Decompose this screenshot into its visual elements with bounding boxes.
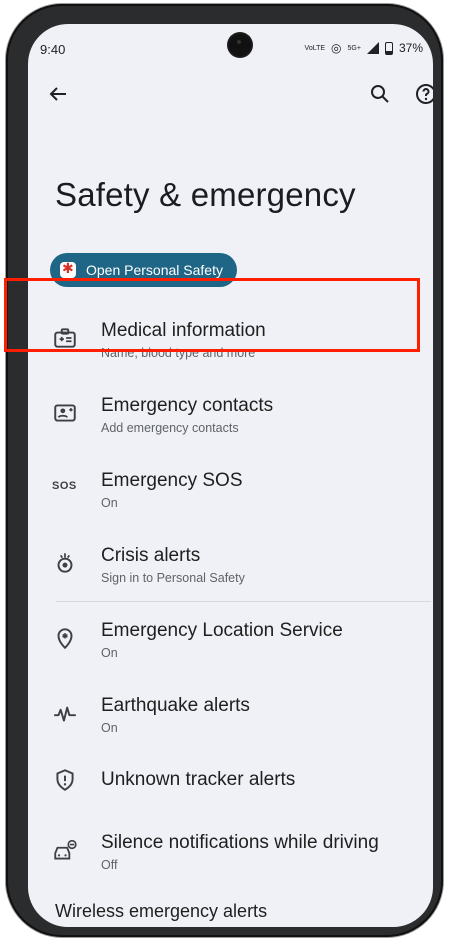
sos-icon: SOS xyxy=(52,480,77,492)
crisis-alert-icon xyxy=(57,553,73,573)
page-title: Safety & emergency xyxy=(55,176,356,213)
list-item-unknown-tracker-alerts[interactable]: Unknown tracker alerts xyxy=(28,761,433,825)
item-title: Emergency Location Service xyxy=(101,620,343,641)
battery-icon xyxy=(384,41,393,55)
volte-icon: VoLTE xyxy=(304,44,326,52)
hotspot-icon: ◎ xyxy=(331,41,342,55)
signal-icon xyxy=(366,42,379,54)
item-title: Unknown tracker alerts xyxy=(101,769,296,790)
divider xyxy=(56,601,431,602)
item-title: Emergency SOS xyxy=(101,470,243,491)
item-title: Crisis alerts xyxy=(101,545,201,566)
item-title: Emergency contacts xyxy=(101,395,274,416)
chip-label: Open Personal Safety xyxy=(86,262,223,278)
battery-percent: 37% xyxy=(398,41,423,55)
pulse-icon xyxy=(54,706,76,722)
personal-safety-icon xyxy=(60,260,76,278)
item-title: Earthquake alerts xyxy=(101,695,250,716)
shield-exclamation-icon xyxy=(56,769,74,791)
front-camera xyxy=(229,34,251,56)
search-button[interactable] xyxy=(368,82,392,106)
search-icon xyxy=(371,85,389,103)
contacts-card-icon xyxy=(54,404,76,422)
arrow-left-icon xyxy=(49,87,66,101)
help-button[interactable] xyxy=(414,82,433,106)
highlight-box xyxy=(4,278,420,352)
status-icons: VoLTE ◎ 5G+ 37% xyxy=(305,41,423,55)
location-pin-icon xyxy=(57,628,73,650)
wireless-emergency-alerts-item[interactable]: Wireless emergency alerts xyxy=(55,901,267,922)
item-title: Silence notifications while driving xyxy=(101,832,379,853)
status-bar: 9:40 VoLTE ◎ 5G+ 37% xyxy=(28,24,433,62)
item-subtitle: On xyxy=(101,721,118,735)
car-silence-icon xyxy=(54,839,77,860)
list-item-emergency-location-service[interactable]: Emergency Location Service On xyxy=(28,611,433,675)
network-5g-icon: 5G+ xyxy=(347,44,361,52)
back-button[interactable] xyxy=(46,82,70,106)
list-item-earthquake-alerts[interactable]: Earthquake alerts On xyxy=(28,686,433,750)
item-subtitle: Off xyxy=(101,858,118,872)
list-item-emergency-sos[interactable]: SOS Emergency SOS On xyxy=(28,461,433,525)
help-icon xyxy=(416,84,433,104)
list-item-crisis-alerts[interactable]: Crisis alerts Sign in to Personal Safety xyxy=(28,536,433,600)
item-subtitle: Add emergency contacts xyxy=(101,421,239,435)
item-subtitle: On xyxy=(101,496,118,510)
list-item-silence-notifications-while-driving[interactable]: Silence notifications while driving Off xyxy=(28,824,433,888)
item-subtitle: On xyxy=(101,646,118,660)
item-subtitle: Sign in to Personal Safety xyxy=(101,571,245,585)
list-item-emergency-contacts[interactable]: Emergency contacts Add emergency contact… xyxy=(28,386,433,450)
screen: 9:40 VoLTE ◎ 5G+ 37% Safety & emergency … xyxy=(28,24,433,927)
phone-frame: 9:40 VoLTE ◎ 5G+ 37% Safety & emergency … xyxy=(6,4,443,937)
status-time: 9:40 xyxy=(40,42,66,57)
